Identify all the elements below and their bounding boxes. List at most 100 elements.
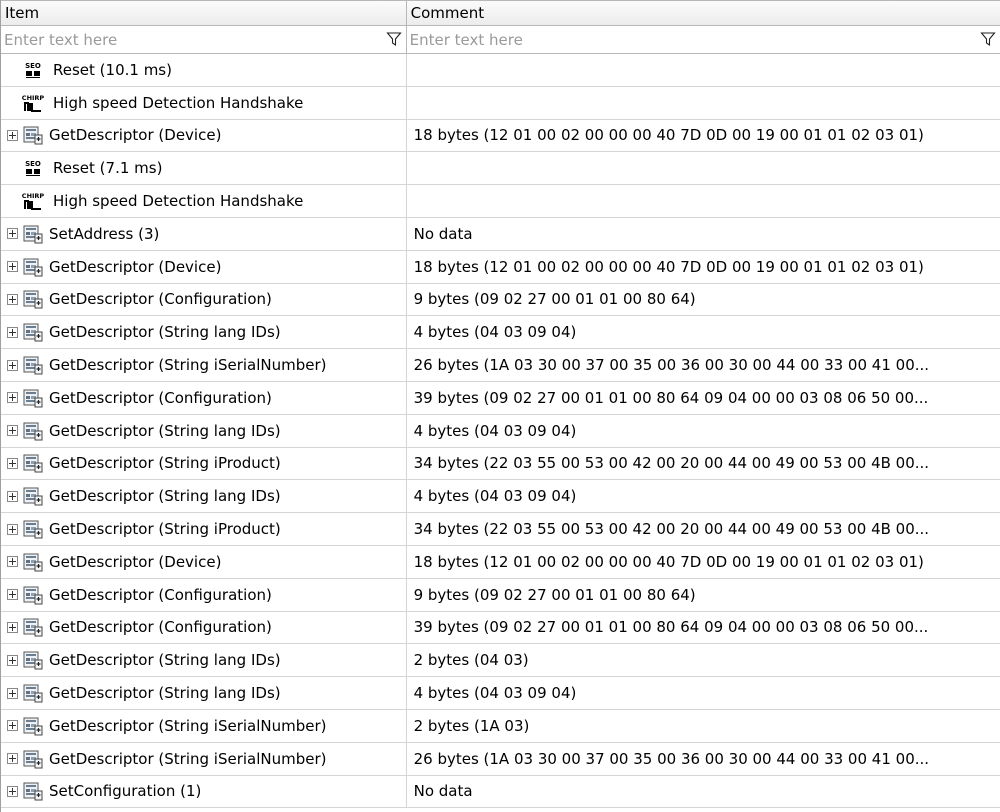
comment-text: No data bbox=[413, 224, 473, 243]
expand-plus-icon[interactable] bbox=[7, 523, 18, 535]
comment-cell bbox=[407, 185, 1000, 217]
comment-cell: 34 bytes (22 03 55 00 53 00 42 00 20 00 … bbox=[407, 448, 1000, 480]
comment-filter-input[interactable] bbox=[406, 26, 1000, 53]
transfer-icon bbox=[23, 715, 43, 737]
transaction-row[interactable]: GetDescriptor (String iSerialNumber) 26 b… bbox=[1, 349, 1000, 382]
expand-plus-icon[interactable] bbox=[7, 589, 18, 601]
comment-cell: 4 bytes (04 03 09 04) bbox=[407, 415, 1000, 447]
item-cell: GetDescriptor (Configuration) bbox=[1, 578, 407, 611]
transaction-row[interactable]: GetDescriptor (Configuration) 39 bytes (0… bbox=[1, 611, 1000, 645]
expand-plus-icon[interactable] bbox=[7, 228, 18, 240]
transfer-icon bbox=[23, 288, 43, 310]
transaction-row[interactable]: GetDescriptor (Configuration) 39 bytes (0… bbox=[1, 381, 1000, 415]
comment-text: 26 bytes (1A 03 30 00 37 00 35 00 36 00 … bbox=[413, 749, 930, 768]
expand-plus-icon[interactable] bbox=[7, 359, 18, 371]
item-cell: GetDescriptor (Device) bbox=[1, 250, 407, 283]
expand-plus-icon[interactable] bbox=[7, 293, 18, 305]
expand-plus-icon[interactable] bbox=[7, 785, 18, 797]
expand-plus-icon[interactable] bbox=[7, 326, 18, 338]
comment-cell: 2 bytes (04 03) bbox=[407, 644, 1000, 676]
transaction-row[interactable]: GetDescriptor (String lang IDs) 4 bytes (… bbox=[1, 677, 1000, 710]
transfer-icon bbox=[23, 584, 43, 606]
transfer-icon bbox=[23, 682, 43, 704]
funnel-icon[interactable] bbox=[385, 31, 402, 47]
item-cell: CHIRP High speed Detection Handshake bbox=[1, 86, 407, 119]
comment-cell bbox=[407, 87, 1000, 119]
transaction-row[interactable]: GetDescriptor (Device) 18 bytes (12 01 00… bbox=[1, 545, 1000, 579]
transaction-row[interactable]: GetDescriptor (String lang IDs) 2 bytes (… bbox=[1, 644, 1000, 678]
comment-text: 4 bytes (04 03 09 04) bbox=[413, 487, 577, 506]
comment-cell: 4 bytes (04 03 09 04) bbox=[407, 480, 1000, 512]
transfer-icon bbox=[23, 321, 43, 343]
comment-text: 26 bytes (1A 03 30 00 37 00 35 00 36 00 … bbox=[413, 356, 930, 375]
transaction-row[interactable]: GetDescriptor (String iProduct) 34 bytes … bbox=[1, 513, 1000, 546]
expand-plus-icon[interactable] bbox=[7, 261, 18, 273]
item-label: GetDescriptor (Configuration) bbox=[49, 388, 272, 407]
expand-plus-icon[interactable] bbox=[7, 457, 18, 469]
item-label: GetDescriptor (String lang IDs) bbox=[49, 421, 281, 440]
transaction-row[interactable]: SEO Reset (7.1 ms) bbox=[1, 152, 1000, 186]
comment-cell: No data bbox=[407, 218, 1000, 250]
transaction-row[interactable]: GetDescriptor (Configuration) 9 bytes (09… bbox=[1, 578, 1000, 612]
transfer-icon bbox=[23, 256, 43, 278]
expand-plus-icon[interactable] bbox=[7, 687, 18, 699]
item-cell: SEO Reset (7.1 ms) bbox=[1, 152, 407, 185]
expand-plus-icon[interactable] bbox=[7, 720, 18, 732]
item-label: GetDescriptor (String iProduct) bbox=[49, 520, 281, 539]
comment-text: 39 bytes (09 02 27 00 01 01 00 80 64 09 … bbox=[413, 388, 929, 407]
item-cell: GetDescriptor (String lang IDs) bbox=[1, 644, 407, 677]
transaction-row[interactable]: GetDescriptor (String iSerialNumber) 2 by… bbox=[1, 709, 1000, 743]
transaction-row[interactable]: GetDescriptor (String lang IDs) 4 bytes (… bbox=[1, 480, 1000, 514]
expand-plus-icon[interactable] bbox=[7, 621, 18, 633]
comment-cell bbox=[407, 54, 1000, 86]
item-cell: GetDescriptor (Device) bbox=[1, 545, 407, 578]
item-cell: GetDescriptor (String lang IDs) bbox=[1, 316, 407, 349]
comment-cell bbox=[407, 152, 1000, 184]
comment-text: 9 bytes (09 02 27 00 01 01 00 80 64) bbox=[413, 290, 696, 309]
filter-row bbox=[1, 26, 1000, 54]
expand-plus-icon[interactable] bbox=[7, 556, 18, 568]
expand-plus-icon[interactable] bbox=[7, 425, 18, 437]
item-cell: GetDescriptor (Configuration) bbox=[1, 283, 407, 316]
comment-cell: 26 bytes (1A 03 30 00 37 00 35 00 36 00 … bbox=[407, 349, 1000, 381]
expand-plus-icon[interactable] bbox=[7, 490, 18, 502]
transaction-row[interactable]: CHIRP High speed Detection Handshake bbox=[1, 86, 1000, 120]
transaction-row[interactable]: GetDescriptor (String iProduct) 34 bytes … bbox=[1, 447, 1000, 481]
transfer-icon bbox=[23, 387, 43, 409]
transaction-row[interactable]: GetDescriptor (Device) 18 bytes (12 01 00… bbox=[1, 250, 1000, 284]
transaction-row[interactable]: GetDescriptor (String lang IDs) 4 bytes (… bbox=[1, 414, 1000, 448]
comment-text: 4 bytes (04 03 09 04) bbox=[413, 684, 577, 703]
expand-plus-icon[interactable] bbox=[7, 654, 18, 666]
item-filter-input[interactable] bbox=[1, 26, 406, 53]
comment-cell: 9 bytes (09 02 27 00 01 01 00 80 64) bbox=[407, 579, 1000, 611]
item-label: GetDescriptor (Device) bbox=[49, 257, 222, 276]
transaction-row[interactable]: GetDescriptor (String iSerialNumber) 26 b… bbox=[1, 742, 1000, 776]
item-label: SetAddress (3) bbox=[49, 224, 160, 243]
transfer-icon bbox=[23, 748, 43, 770]
comment-cell: No data bbox=[407, 776, 1000, 808]
comment-cell: 18 bytes (12 01 00 02 00 00 00 40 7D 0D … bbox=[407, 120, 1000, 152]
item-label: GetDescriptor (String iSerialNumber) bbox=[49, 749, 327, 768]
comment-text: 2 bytes (1A 03) bbox=[413, 716, 530, 735]
column-header-item[interactable]: Item bbox=[1, 1, 407, 25]
transaction-row[interactable]: GetDescriptor (String lang IDs) 4 bytes (… bbox=[1, 316, 1000, 350]
transfer-icon bbox=[23, 124, 43, 146]
transaction-row[interactable]: SEO Reset (10.1 ms) bbox=[1, 54, 1000, 87]
comment-text: 4 bytes (04 03 09 04) bbox=[413, 323, 577, 342]
transaction-row[interactable]: SetConfiguration (1) No data bbox=[1, 775, 1000, 809]
expand-plus-icon[interactable] bbox=[7, 753, 18, 765]
comment-cell: 2 bytes (1A 03) bbox=[407, 710, 1000, 742]
comment-cell: 39 bytes (09 02 27 00 01 01 00 80 64 09 … bbox=[407, 612, 1000, 644]
comment-cell: 18 bytes (12 01 00 02 00 00 00 40 7D 0D … bbox=[407, 251, 1000, 283]
transaction-row[interactable]: SetAddress (3) No data bbox=[1, 217, 1000, 251]
expand-plus-icon[interactable] bbox=[7, 392, 18, 404]
transaction-row[interactable]: GetDescriptor (Device) 18 bytes (12 01 00… bbox=[1, 119, 1000, 153]
transaction-row[interactable]: GetDescriptor (Configuration) 9 bytes (09… bbox=[1, 283, 1000, 317]
expand-plus-icon[interactable] bbox=[7, 129, 18, 141]
column-header-comment[interactable]: Comment bbox=[407, 1, 1000, 25]
funnel-icon[interactable] bbox=[980, 31, 996, 47]
column-header-row: Item Comment bbox=[1, 0, 1000, 26]
transaction-row[interactable]: CHIRP High speed Detection Handshake bbox=[1, 185, 1000, 218]
item-cell: SetAddress (3) bbox=[1, 217, 407, 250]
item-label: High speed Detection Handshake bbox=[53, 93, 304, 112]
